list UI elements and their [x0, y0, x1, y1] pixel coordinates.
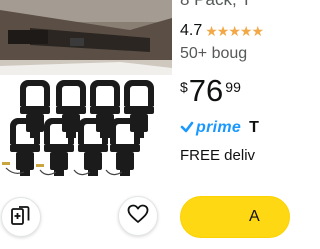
heart-icon — [127, 204, 149, 229]
prime-check-icon — [180, 120, 194, 137]
bought-count: 50+ boug — [180, 45, 248, 62]
prime-badge: prime T — [180, 119, 259, 137]
anchor-product-photo — [0, 0, 172, 200]
prime-label: prime — [196, 119, 242, 136]
delivery-info: FREE deliv — [180, 147, 256, 164]
product-title[interactable]: 8 Pack, T — [180, 0, 252, 10]
rating[interactable]: 4.7 ★★★★★ — [180, 22, 264, 40]
compare-cards-icon — [10, 204, 32, 231]
price: $ 76 99 — [180, 74, 241, 108]
action-bar: A — [0, 196, 290, 249]
wishlist-button[interactable] — [118, 196, 158, 236]
star-rating-icon: ★★★★★ — [205, 22, 264, 39]
add-to-cart-label: A — [249, 208, 260, 225]
add-to-cart-button[interactable]: A — [180, 196, 290, 238]
price-whole: 76 — [188, 73, 224, 108]
price-symbol: $ — [180, 79, 188, 95]
product-image[interactable] — [0, 0, 172, 200]
prime-extra: T — [249, 119, 259, 136]
rating-value: 4.7 — [180, 22, 203, 39]
price-fraction: 99 — [225, 79, 241, 95]
compare-button[interactable] — [1, 197, 41, 237]
